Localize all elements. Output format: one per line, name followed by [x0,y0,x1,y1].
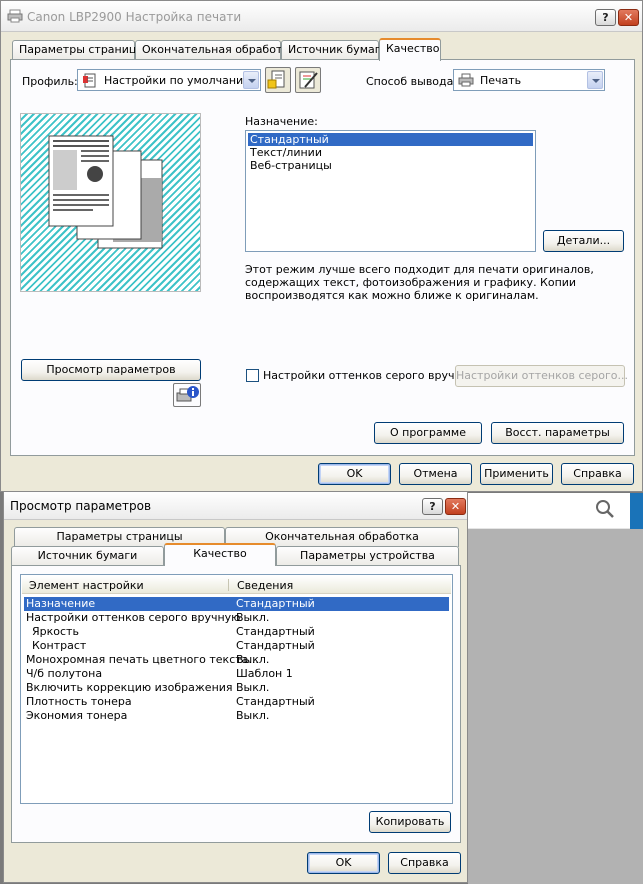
help-title-button[interactable]: ? [595,9,616,26]
help-button[interactable]: Справка [561,463,634,485]
printer-icon [458,73,474,87]
info-button[interactable] [173,383,201,407]
row-value: Стандартный [236,695,315,708]
list-header: Элемент настройки Сведения [22,576,451,594]
table-row[interactable]: Яркость Стандартный [24,625,449,639]
preview-tab-paper-source[interactable]: Источник бумаги [11,546,164,566]
add-profile-button[interactable] [265,67,291,93]
row-item: Назначение [26,597,96,610]
row-value: Выкл. [236,681,270,694]
chevron-down-icon[interactable] [587,71,603,89]
quality-preview-image [20,113,201,292]
purpose-item-text-lines[interactable]: Текст/линии [248,146,533,159]
row-value: Выкл. [236,653,270,666]
view-settings-button[interactable]: Просмотр параметров [21,359,201,381]
accent-bar [630,493,643,529]
tab-page-setup[interactable]: Параметры страницы [12,40,145,60]
preview-ok-button[interactable]: OK [307,852,380,874]
row-value: Шаблон 1 [236,667,293,680]
add-profile-icon [267,70,285,89]
settings-list-view[interactable]: Элемент настройки Сведения Назначение Ста… [20,574,453,804]
output-label: Способ вывода: [366,75,458,88]
row-item: Яркость [32,625,79,638]
manual-grayscale-checkbox[interactable] [246,369,259,382]
tab-quality[interactable]: Качество [379,38,441,61]
table-row[interactable]: Плотность тонера Стандартный [24,695,449,709]
window-title: Canon LBP2900 Настройка печати [27,10,242,24]
purpose-label: Назначение: [245,115,318,128]
table-row[interactable]: Назначение Стандартный [24,597,449,611]
table-row[interactable]: Ч/б полутона Шаблон 1 [24,667,449,681]
row-item: Ч/б полутона [26,667,103,680]
row-item: Монохромная печать цветного текста... [26,653,259,666]
row-item: Включить коррекцию изображения [26,681,233,694]
row-value: Выкл. [236,611,270,624]
ok-button[interactable]: OK [318,463,391,485]
table-row[interactable]: Монохромная печать цветного текста... Вык… [24,653,449,667]
purpose-item-standard[interactable]: Стандартный [248,133,533,146]
about-button[interactable]: О программе [374,422,482,444]
background-area [468,529,643,884]
apply-button[interactable]: Применить [480,463,553,485]
tab-paper-source[interactable]: Источник бумаги [281,40,388,60]
column-setting-item[interactable]: Элемент настройки [29,579,144,592]
preview-help-button[interactable]: Справка [388,852,461,874]
printer-info-icon [176,386,199,402]
table-row[interactable]: Настройки оттенков серого вручную Выкл. [24,611,449,625]
row-value: Стандартный [236,625,315,638]
chevron-down-icon[interactable] [243,71,259,89]
cancel-button[interactable]: Отмена [399,463,472,485]
output-value: Печать [480,74,522,87]
preview-close-title-button[interactable]: ✕ [445,498,466,515]
tab-finishing[interactable]: Окончательная обработка [135,40,296,60]
column-separator[interactable] [228,579,229,591]
details-button[interactable]: Детали... [543,230,624,252]
preview-quality-panel: Элемент настройки Сведения Назначение Ста… [11,565,461,843]
output-select[interactable]: Печать [453,69,605,91]
purpose-description: Этот режим лучше всего подходит для печа… [245,263,594,302]
purpose-item-web-pages[interactable]: Веб-страницы [248,159,533,172]
view-settings-window: Просмотр параметров ? ✕ Параметры страни… [3,491,468,883]
print-settings-window: Canon LBP2900 Настройка печати ? ✕ Парам… [0,0,643,492]
row-value: Стандартный [236,597,315,610]
search-bar[interactable] [465,493,643,529]
preview-title-bar[interactable]: Просмотр параметров ? ✕ [4,492,467,520]
row-item: Контраст [32,639,87,652]
edit-profile-icon [299,71,318,89]
preview-tab-quality[interactable]: Качество [164,543,276,566]
profile-select[interactable]: Настройки по умолчанию [77,69,261,91]
table-row[interactable]: Контраст Стандартный [24,639,449,653]
edit-profile-button[interactable] [295,67,321,93]
row-item: Настройки оттенков серого вручную [26,611,241,624]
title-bar[interactable]: Canon LBP2900 Настройка печати ? ✕ [1,1,642,32]
preview-help-title-button[interactable]: ? [422,498,443,515]
profile-label: Профиль: [22,75,78,88]
table-row[interactable]: Включить коррекцию изображения Выкл. [24,681,449,695]
restore-defaults-button[interactable]: Восст. параметры [491,422,624,444]
search-icon[interactable] [595,499,615,519]
quality-panel: Профиль: Настройки по умолчанию Способ в… [10,59,635,456]
row-value: Стандартный [236,639,315,652]
profile-value: Настройки по умолчанию [104,74,253,87]
manual-grayscale-label: Настройки оттенков серого вручную [263,369,478,382]
document-preview-icon [48,135,163,249]
copy-button[interactable]: Копировать [369,811,451,833]
row-item: Плотность тонера [26,695,132,708]
profile-icon [83,73,96,88]
grayscale-settings-button[interactable]: Настройки оттенков серого... [455,365,628,387]
purpose-list[interactable]: Стандартный Текст/линии Веб-страницы [245,130,536,252]
preview-tab-device-settings[interactable]: Параметры устройства [276,546,459,566]
column-details[interactable]: Сведения [237,579,293,592]
preview-window-title: Просмотр параметров [10,499,152,513]
close-title-button[interactable]: ✕ [618,9,639,26]
printer-icon [7,9,23,23]
row-value: Выкл. [236,709,270,722]
table-row[interactable]: Экономия тонера Выкл. [24,709,449,723]
row-item: Экономия тонера [26,709,128,722]
